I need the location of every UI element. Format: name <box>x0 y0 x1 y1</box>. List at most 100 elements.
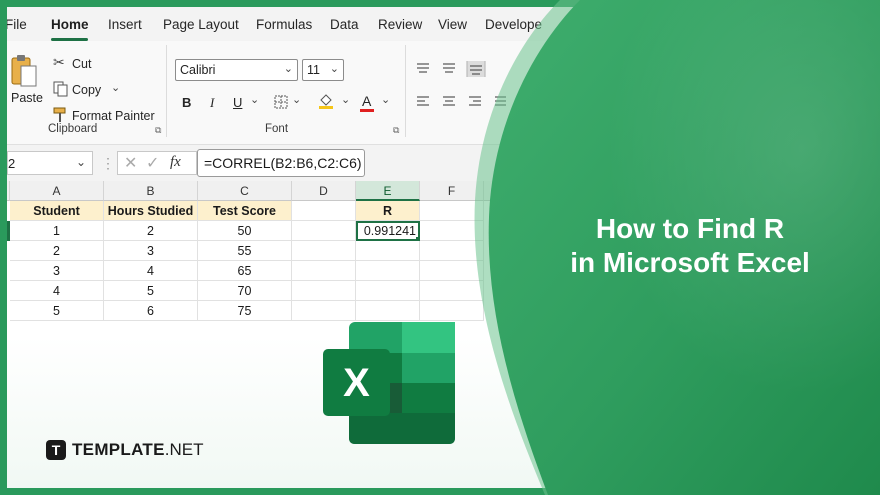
table-cell[interactable]: 2 <box>104 221 198 241</box>
table-cell[interactable]: 6 <box>104 301 198 321</box>
group-divider <box>405 45 406 137</box>
table-cell[interactable]: 4 <box>10 281 104 301</box>
table-cell[interactable] <box>356 241 420 261</box>
font-size-select[interactable]: 11 ⌄ <box>302 59 344 81</box>
format-painter-button[interactable]: Format Painter <box>72 109 155 123</box>
chevron-down-icon: ⌄ <box>329 63 339 75</box>
table-cell[interactable] <box>292 261 356 281</box>
table-cell[interactable] <box>420 221 484 241</box>
bold-button[interactable]: B <box>182 95 191 110</box>
table-cell[interactable]: 1 <box>10 221 104 241</box>
font-group-label: Font <box>265 123 289 135</box>
chevron-down-icon[interactable]: ⌄ <box>341 93 350 106</box>
menu-page-layout[interactable]: Page Layout <box>163 17 239 32</box>
paste-label[interactable]: Paste <box>11 91 43 105</box>
column-header-d[interactable]: D <box>292 181 356 201</box>
table-cell[interactable]: 70 <box>198 281 292 301</box>
cut-button[interactable]: Cut <box>72 57 91 71</box>
column-header-c[interactable]: C <box>198 181 292 201</box>
brand-rest: .NET <box>164 440 204 459</box>
chevron-down-icon[interactable]: ⌄ <box>292 93 301 106</box>
horizontal-align-icons[interactable] <box>416 95 506 109</box>
table-cell[interactable]: 3 <box>104 241 198 261</box>
ribbon: Paste ✂ Cut Copy ⌄ Format Painter Clipbo… <box>7 41 873 145</box>
table-cell[interactable]: 65 <box>198 261 292 281</box>
clipboard-group-label: Clipboard <box>48 123 98 135</box>
excel-logo-icon: X <box>323 322 455 444</box>
headline-line-1: How to Find R <box>595 213 785 244</box>
menu-home[interactable]: Home <box>51 17 89 32</box>
cell-d1[interactable] <box>292 201 356 221</box>
menu-formulas[interactable]: Formulas <box>256 17 312 32</box>
format-painter-icon[interactable] <box>53 107 69 123</box>
chevron-down-icon: ⌄ <box>75 155 86 169</box>
italic-button[interactable]: I <box>210 95 214 111</box>
table-cell[interactable] <box>420 261 484 281</box>
table-cell[interactable] <box>420 281 484 301</box>
name-box[interactable]: 2 ⌄ <box>7 151 93 175</box>
cancel-icon[interactable]: ✕ <box>124 153 137 173</box>
active-cell-e2[interactable]: 0.991241 <box>356 221 420 241</box>
font-color-button[interactable]: A <box>362 93 371 109</box>
menu-view[interactable]: View <box>438 17 467 32</box>
table-cell[interactable]: 75 <box>198 301 292 321</box>
table-cell[interactable] <box>292 281 356 301</box>
formula-input[interactable]: =CORREL(B2:B6,C2:C6) <box>197 149 365 177</box>
dialog-launcher-icon[interactable]: ⧉ <box>393 125 399 136</box>
table-cell[interactable] <box>292 221 356 241</box>
paste-icon[interactable] <box>9 53 39 89</box>
borders-icon[interactable] <box>274 95 288 109</box>
cell-b1[interactable]: Hours Studied <box>104 201 198 221</box>
insert-function-icon[interactable]: fx <box>170 154 181 171</box>
confirm-icon[interactable]: ✓ <box>146 153 159 173</box>
cell-c1[interactable]: Test Score <box>198 201 292 221</box>
table-cell[interactable] <box>356 261 420 281</box>
menu-review[interactable]: Review <box>378 17 422 32</box>
chevron-down-icon[interactable]: ⌄ <box>381 93 390 106</box>
scissors-icon[interactable]: ✂ <box>53 54 65 71</box>
formula-bar: 2 ⌄ ⋮ ✕ ✓ fx =CORREL(B2:B6,C2:C6) <box>7 145 873 181</box>
table-cell[interactable]: 5 <box>104 281 198 301</box>
menu-insert[interactable]: Insert <box>108 17 142 32</box>
fill-color-icon[interactable] <box>318 92 334 110</box>
cell-a1[interactable]: Student <box>10 201 104 221</box>
table-cell[interactable]: 50 <box>198 221 292 241</box>
chevron-down-icon: ⌄ <box>283 63 293 75</box>
chevron-down-icon[interactable]: ⌄ <box>111 81 120 94</box>
menu-developer[interactable]: Develope <box>485 17 542 32</box>
font-color-swatch <box>360 109 374 112</box>
chevron-down-icon[interactable]: ⌄ <box>250 93 259 106</box>
font-size-value: 11 <box>307 63 320 77</box>
table-cell[interactable]: 3 <box>10 261 104 281</box>
column-header-f[interactable]: F <box>420 181 484 201</box>
menu-data[interactable]: Data <box>330 17 359 32</box>
cell-f1[interactable] <box>420 201 484 221</box>
copy-button[interactable]: Copy <box>72 83 101 97</box>
table-cell[interactable] <box>292 241 356 261</box>
table-cell[interactable] <box>356 301 420 321</box>
table-cell[interactable]: 55 <box>198 241 292 261</box>
copy-icon[interactable] <box>53 81 69 97</box>
table-cell[interactable] <box>420 241 484 261</box>
column-header-e[interactable]: E <box>356 181 420 201</box>
table-cell[interactable]: 4 <box>104 261 198 281</box>
column-header-a[interactable]: A <box>10 181 104 201</box>
table-cell[interactable]: 5 <box>10 301 104 321</box>
menu-file[interactable]: File <box>7 17 27 32</box>
column-header-b[interactable]: B <box>104 181 198 201</box>
name-box-value: 2 <box>8 156 16 171</box>
formula-buttons: ✕ ✓ fx <box>117 151 197 175</box>
cell-e1[interactable]: R <box>356 201 420 221</box>
table-cell[interactable] <box>292 301 356 321</box>
font-name-select[interactable]: Calibri ⌄ <box>175 59 298 81</box>
font-name-value: Calibri <box>180 63 216 77</box>
dialog-launcher-icon[interactable]: ⧉ <box>155 125 161 136</box>
underline-button[interactable]: U <box>233 95 242 110</box>
table-cell[interactable] <box>420 301 484 321</box>
headline-line-2: in Microsoft Excel <box>570 247 810 278</box>
table-cell[interactable]: 2 <box>10 241 104 261</box>
vertical-align-icons[interactable] <box>416 61 496 77</box>
menu-bar: File Home Insert Page Layout Formulas Da… <box>7 7 873 41</box>
more-options-icon[interactable]: ⋮ <box>101 155 115 172</box>
table-cell[interactable] <box>356 281 420 301</box>
